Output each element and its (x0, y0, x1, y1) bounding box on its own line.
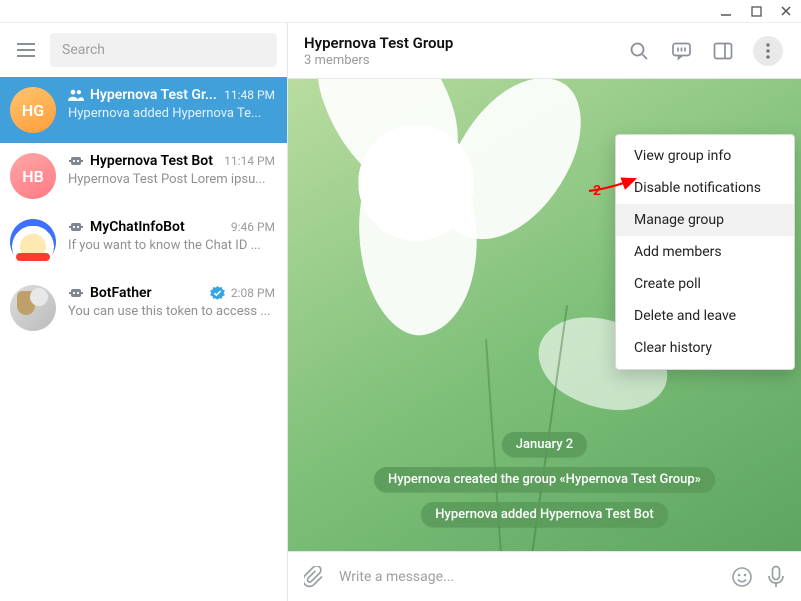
bot-icon (68, 155, 84, 167)
voice-message-button[interactable] (767, 565, 785, 589)
service-messages: January 2 Hypernova created the group «H… (288, 432, 801, 527)
chat-messages-area: January 2 Hypernova created the group «H… (288, 79, 801, 551)
main-panel: Hypernova Test Group 3 members (288, 23, 801, 601)
menu-create-poll[interactable]: Create poll (616, 268, 794, 300)
chat-time: 11:14 PM (224, 154, 275, 168)
search-field-wrap[interactable] (50, 33, 277, 67)
chat-preview: You can use this token to access ... (68, 304, 275, 319)
more-options-menu: View group info Disable notifications Ma… (615, 134, 795, 370)
menu-disable-notifications[interactable]: Disable notifications (616, 172, 794, 204)
chat-header-actions (627, 36, 783, 66)
chat-header: Hypernova Test Group 3 members (288, 23, 801, 79)
avatar: HG (10, 87, 56, 133)
message-input[interactable] (339, 569, 717, 585)
chat-header-title: Hypernova Test Group (304, 34, 613, 52)
bot-icon (68, 221, 84, 233)
chat-item-body: MyChatInfoBot 9:46 PM If you want to kno… (68, 219, 275, 253)
side-panel-button[interactable] (711, 39, 735, 63)
search-in-chat-button[interactable] (627, 39, 651, 63)
avatar-initials: HB (22, 167, 43, 186)
window-minimize-button[interactable] (719, 4, 733, 18)
chat-header-subtitle: 3 members (304, 53, 613, 68)
menu-delete-and-leave[interactable]: Delete and leave (616, 300, 794, 332)
hamburger-menu-button[interactable] (12, 36, 40, 64)
menu-view-group-info[interactable]: View group info (616, 140, 794, 172)
annotation-number-2: 2 (593, 183, 601, 199)
sidebar: HG Hypernova Test Gr... 11:48 PM Hyperno… (0, 23, 288, 601)
discuss-button[interactable] (669, 39, 693, 63)
verified-badge-icon (210, 286, 225, 301)
attach-button[interactable] (304, 566, 325, 588)
chat-preview: If you want to know the Chat ID ... (68, 238, 275, 253)
chat-header-titles[interactable]: Hypernova Test Group 3 members (304, 34, 613, 68)
chat-item-body: Hypernova Test Bot 11:14 PM Hypernova Te… (68, 153, 275, 187)
chat-time: 9:46 PM (231, 220, 275, 234)
menu-manage-group[interactable]: Manage group (616, 204, 794, 236)
chat-item-hypernova-test-group[interactable]: HG Hypernova Test Gr... 11:48 PM Hyperno… (0, 77, 287, 143)
avatar: HB (10, 153, 56, 199)
bot-icon (68, 287, 84, 299)
service-message: Hypernova created the group «Hypernova T… (374, 467, 715, 492)
menu-add-members[interactable]: Add members (616, 236, 794, 268)
chat-title: Hypernova Test Gr... (90, 87, 218, 103)
window-titlebar (0, 0, 801, 22)
chat-time: 2:08 PM (231, 286, 275, 300)
chat-title: MyChatInfoBot (90, 219, 225, 235)
emoji-button[interactable] (731, 566, 753, 588)
app-frame: HG Hypernova Test Gr... 11:48 PM Hyperno… (0, 22, 801, 601)
search-input[interactable] (62, 42, 265, 58)
chat-item-body: BotFather 2:08 PM You can use this token… (68, 285, 275, 319)
avatar (10, 285, 56, 331)
message-composer (288, 551, 801, 601)
group-icon (68, 89, 84, 101)
sidebar-top (0, 23, 287, 77)
menu-clear-history[interactable]: Clear history (616, 332, 794, 364)
chat-preview: Hypernova Test Post Lorem ipsu... (68, 172, 275, 187)
date-separator: January 2 (502, 432, 587, 457)
chat-title: BotFather (90, 285, 204, 301)
window-close-button[interactable] (779, 4, 793, 18)
avatar-initials: HG (22, 101, 44, 120)
chat-list: HG Hypernova Test Gr... 11:48 PM Hyperno… (0, 77, 287, 601)
chat-item-botfather[interactable]: BotFather 2:08 PM You can use this token… (0, 275, 287, 341)
avatar (10, 219, 56, 265)
chat-title: Hypernova Test Bot (90, 153, 218, 169)
more-options-button[interactable] (753, 36, 783, 66)
chat-preview: Hypernova added Hypernova Te... (68, 106, 275, 121)
chat-item-body: Hypernova Test Gr... 11:48 PM Hypernova … (68, 87, 275, 121)
chat-item-hypernova-test-bot[interactable]: HB Hypernova Test Bot 11:14 PM Hypernova… (0, 143, 287, 209)
chat-time: 11:48 PM (224, 88, 275, 102)
chat-item-mychatinfobot[interactable]: MyChatInfoBot 9:46 PM If you want to kno… (0, 209, 287, 275)
service-message: Hypernova added Hypernova Test Bot (421, 502, 667, 527)
window-maximize-button[interactable] (749, 4, 763, 18)
